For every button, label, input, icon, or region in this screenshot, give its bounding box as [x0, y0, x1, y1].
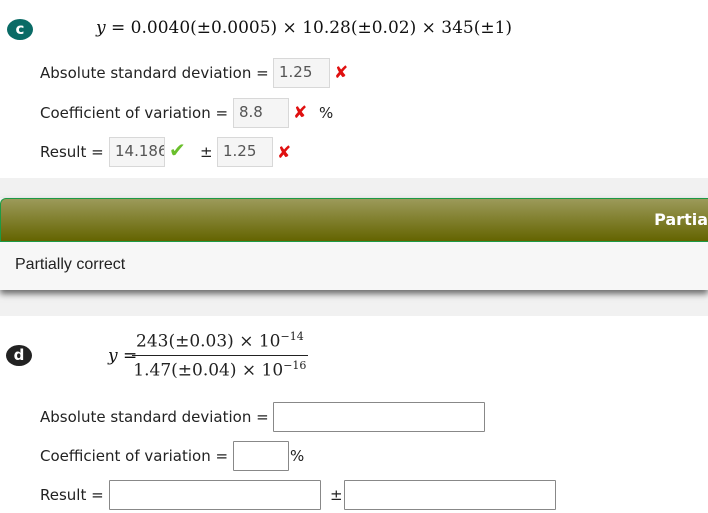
part-d-result-input[interactable]	[109, 480, 321, 510]
part-d-fraction: 243(±0.03) × 10−14 1.47(±0.04) × 10−16	[132, 330, 308, 380]
feedback-message: Partially correct	[15, 256, 126, 273]
equation-rhs: 0.0040(±0.0005) × 10.28(±0.02) × 345(±1)	[130, 18, 513, 38]
feedback-header: Partia	[0, 198, 708, 242]
part-c-badge: c	[7, 19, 33, 40]
part-c-abs-sd-label: Absolute standard deviation =	[40, 64, 269, 82]
part-d-abs-sd-input[interactable]	[273, 402, 485, 432]
part-d-abs-sd-label: Absolute standard deviation =	[40, 408, 269, 426]
denominator-text: 1.47(±0.04) × 10	[133, 360, 284, 381]
part-c-plus-minus: ±	[200, 143, 213, 161]
fraction-denominator: 1.47(±0.04) × 10−16	[132, 356, 308, 381]
part-d-cv-unit: %	[290, 447, 305, 465]
part-d-uncertainty-input[interactable]	[344, 480, 556, 510]
part-c-result-label: Result =	[40, 143, 104, 161]
incorrect-x-icon: ✘	[277, 143, 292, 163]
denominator-exponent: −16	[283, 358, 307, 372]
feedback-panel: Partia Partially correct	[0, 198, 708, 290]
part-c-cv-unit: %	[319, 104, 334, 122]
incorrect-x-icon: ✘	[334, 63, 349, 83]
part-c-cv-input[interactable]: 8.8	[233, 98, 289, 128]
part-c-equation: y = 0.0040(±0.0005) × 10.28(±0.02) × 345…	[96, 18, 512, 38]
part-c-abs-sd-input[interactable]: 1.25	[273, 58, 330, 88]
equation-lhs: y	[108, 346, 118, 366]
equation-lhs: y	[96, 18, 106, 38]
part-d-plus-minus: ±	[330, 486, 343, 504]
part-d-badge: d	[6, 345, 32, 366]
feedback-header-title: Partia	[654, 210, 708, 229]
numerator-text: 243(±0.03) × 10	[136, 331, 281, 352]
incorrect-x-icon: ✘	[293, 103, 308, 123]
correct-check-icon: ✔	[169, 138, 186, 162]
part-d-cv-input[interactable]	[233, 441, 289, 471]
part-d-cv-label: Coefficient of variation =	[40, 447, 229, 465]
part-c-result-input[interactable]: 14.186	[109, 137, 165, 167]
part-c-uncertainty-input[interactable]: 1.25	[217, 137, 273, 167]
numerator-exponent: −14	[280, 330, 304, 343]
part-c-cv-label: Coefficient of variation =	[40, 104, 229, 122]
feedback-body: Partially correct	[0, 242, 708, 290]
equation-equals: =	[111, 18, 126, 38]
fraction-numerator: 243(±0.03) × 10−14	[132, 330, 308, 356]
part-d-result-label: Result =	[40, 486, 104, 504]
